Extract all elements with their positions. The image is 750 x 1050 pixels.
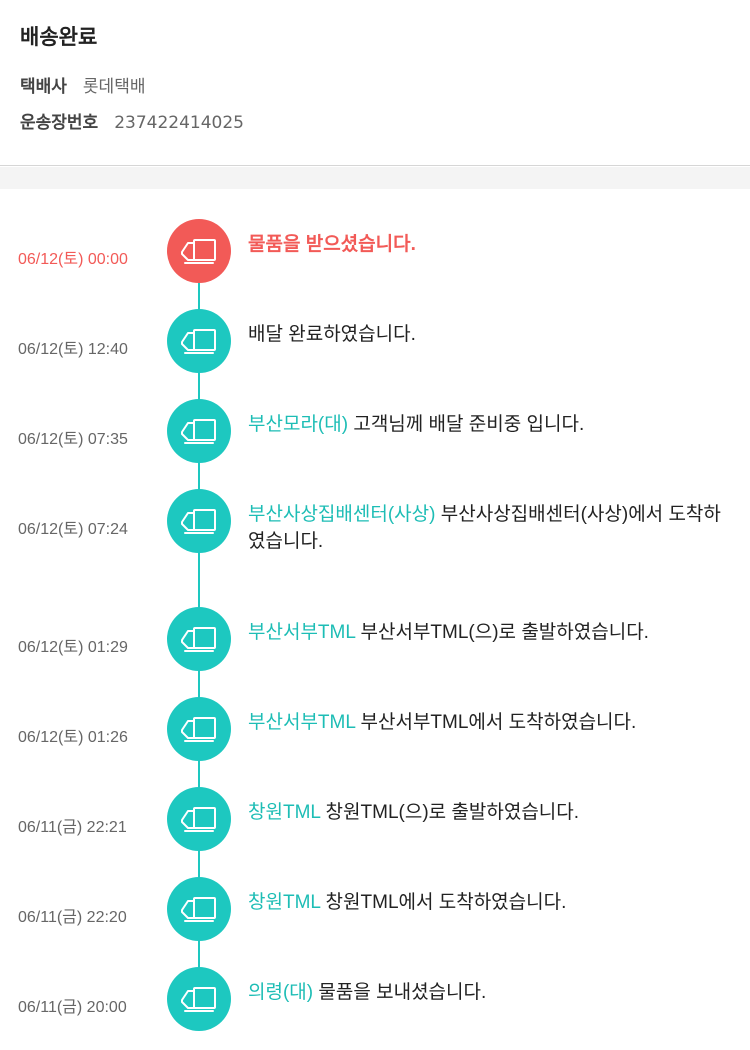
- event-location: 부산모라(대): [248, 414, 349, 435]
- truck-icon: [179, 804, 219, 834]
- event-status-circle: [167, 399, 231, 463]
- tracking-number-row: 운송장번호 237422414025: [20, 108, 244, 133]
- event-location: 창원TML: [248, 892, 321, 913]
- truck-icon: [179, 624, 219, 654]
- carrier-value: 롯데택배: [82, 77, 146, 97]
- event-status-circle: [167, 697, 231, 761]
- event-description: 의령(대) 물품을 보내셨습니다.: [248, 979, 738, 1006]
- event-description: 배달 완료하였습니다.: [248, 321, 738, 348]
- event-message: 창원TML에서 도착하였습니다.: [325, 892, 567, 913]
- tracking-number-value: 237422414025: [114, 113, 244, 133]
- truck-icon: [179, 894, 219, 924]
- event-timestamp: 06/11(금) 22:21: [18, 819, 127, 836]
- event-timestamp: 06/12(토) 00:00: [18, 251, 128, 268]
- event-description: 부산사상집배센터(사상) 부산사상집배센터(사상)에서 도착하였습니다.: [248, 501, 738, 555]
- truck-icon: [179, 236, 219, 266]
- event-status-circle: [167, 877, 231, 941]
- truck-icon: [179, 984, 219, 1014]
- tracking-timeline: 06/12(토) 00:00 물품을 받으셨습니다. 06/12(토) 12:40 배…: [0, 189, 750, 1050]
- event-location: 부산서부TML: [248, 712, 356, 733]
- truck-icon: [179, 416, 219, 446]
- event-timestamp: 06/12(토) 01:29: [18, 639, 128, 656]
- event-timestamp: 06/11(금) 22:20: [18, 909, 127, 926]
- event-description: 부산서부TML 부산서부TML(으)로 출발하였습니다.: [248, 619, 738, 646]
- tracking-number-label: 운송장번호: [20, 113, 99, 133]
- event-status-circle: [167, 607, 231, 671]
- event-message: 부산서부TML(으)로 출발하였습니다.: [360, 622, 649, 643]
- event-description: 부산서부TML 부산서부TML에서 도착하였습니다.: [248, 709, 738, 736]
- event-message: 물품을 보내셨습니다.: [318, 982, 487, 1003]
- event-description: 부산모라(대) 고객님께 배달 준비중 입니다.: [248, 411, 738, 438]
- event-description: 창원TML 창원TML(으)로 출발하였습니다.: [248, 799, 738, 826]
- event-timestamp: 06/11(금) 20:00: [18, 999, 127, 1016]
- event-status-circle: [167, 787, 231, 851]
- event-timestamp: 06/12(토) 07:24: [18, 521, 128, 538]
- event-status-circle: [167, 309, 231, 373]
- event-description: 창원TML 창원TML에서 도착하였습니다.: [248, 889, 738, 916]
- event-location: 의령(대): [248, 982, 314, 1003]
- event-message: 부산서부TML에서 도착하였습니다.: [360, 712, 637, 733]
- event-location: 창원TML: [248, 802, 321, 823]
- event-timestamp: 06/12(토) 07:35: [18, 431, 128, 448]
- event-timestamp: 06/12(토) 12:40: [18, 341, 128, 358]
- event-timestamp: 06/12(토) 01:26: [18, 729, 128, 746]
- event-message: 물품을 받으셨습니다.: [248, 234, 416, 255]
- event-message: 배달 완료하였습니다.: [248, 324, 416, 345]
- delivery-header: 배송완료 택배사 롯데택배 운송장번호 237422414025: [0, 0, 750, 166]
- event-description: 물품을 받으셨습니다.: [248, 231, 738, 258]
- truck-icon: [179, 506, 219, 536]
- event-status-circle: [167, 967, 231, 1031]
- event-status-circle: [167, 489, 231, 553]
- truck-icon: [179, 714, 219, 744]
- delivery-status-title: 배송완료: [20, 25, 98, 49]
- carrier-row: 택배사 롯데택배: [20, 72, 145, 97]
- event-location: 부산사상집배센터(사상): [248, 504, 436, 525]
- section-divider: [0, 167, 750, 189]
- event-status-circle: [167, 219, 231, 283]
- event-message: 고객님께 배달 준비중 입니다.: [353, 414, 585, 435]
- event-message: 창원TML(으)로 출발하였습니다.: [325, 802, 580, 823]
- carrier-label: 택배사: [20, 77, 67, 97]
- event-location: 부산서부TML: [248, 622, 356, 643]
- truck-icon: [179, 326, 219, 356]
